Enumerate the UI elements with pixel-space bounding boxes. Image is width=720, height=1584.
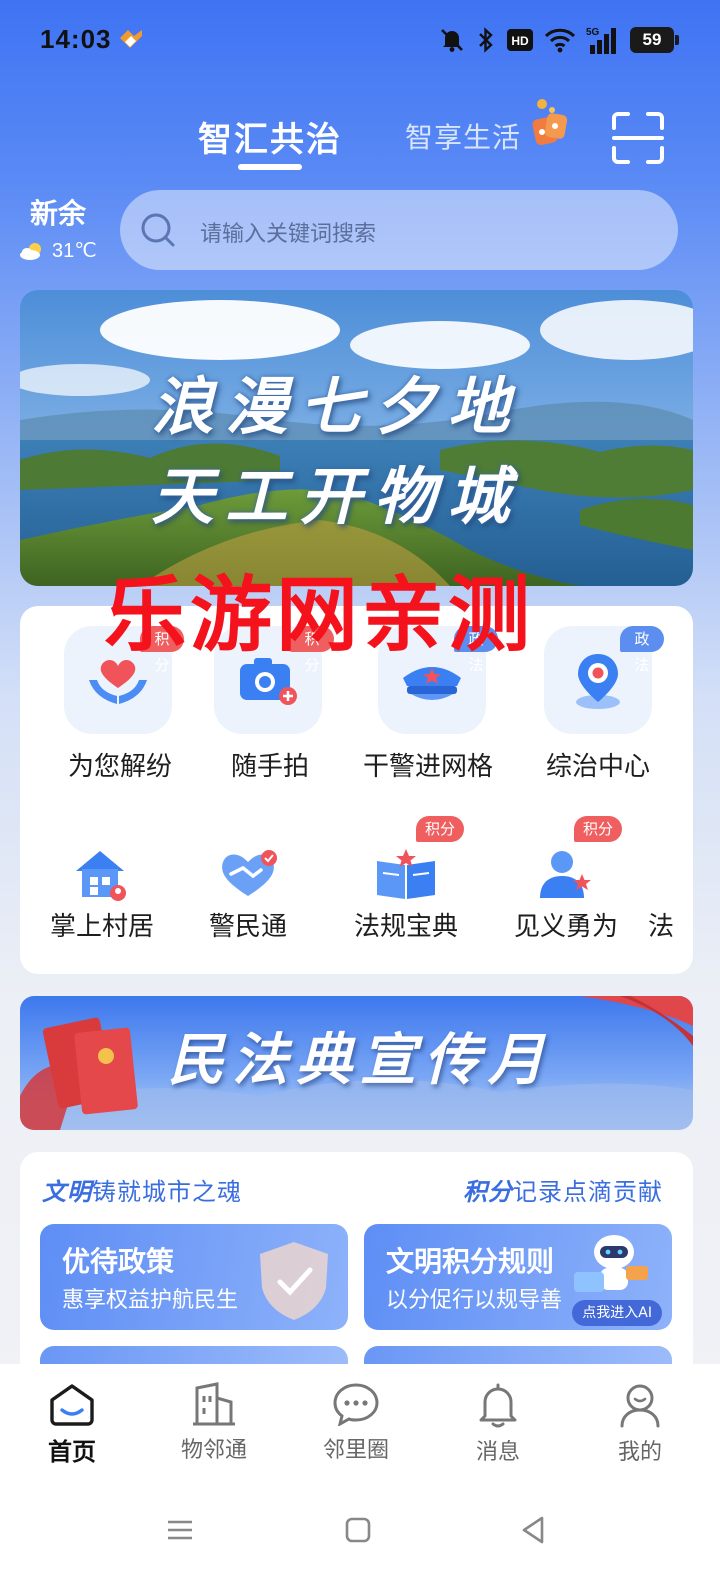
- scan-icon[interactable]: [610, 110, 666, 166]
- weather-info: 31℃: [18, 238, 97, 263]
- heading-rest: 记录点滴贡献: [513, 1178, 663, 1206]
- hero-title-line-1: 浪漫七夕地: [151, 370, 522, 443]
- nav-messages[interactable]: 消息: [438, 1382, 558, 1472]
- feature-badge: 积分: [574, 816, 623, 842]
- robot-icon: [574, 1235, 648, 1292]
- feature-jing-min-tong[interactable]: 警民通: [154, 820, 314, 974]
- heading-em: 积分: [463, 1177, 513, 1206]
- tile-subtitle: 以分促行以规导善: [386, 1288, 563, 1313]
- civilization-heading: 文明铸就城市之魂: [42, 1172, 242, 1207]
- watermark-text: 乐游网亲测: [104, 568, 535, 663]
- back-triangle-icon[interactable]: [514, 1510, 554, 1550]
- nav-profile[interactable]: 我的: [580, 1382, 700, 1472]
- lifestyle-badge-icon: [532, 99, 568, 146]
- heading-rest: 铸就城市之魂: [92, 1178, 242, 1206]
- app-notification-icon: [120, 30, 142, 48]
- partly-cloudy-icon: [20, 242, 41, 260]
- active-tab-underline: [238, 164, 302, 170]
- chat-bubble-icon: [333, 1383, 379, 1426]
- civilization-card: 文明铸就城市之魂 积分记录点滴贡献 优待政策 惠享权益护航民生 文明积分规则 以…: [20, 1152, 693, 1392]
- search-placeholder: 请输入关键词搜索: [200, 222, 377, 247]
- status-icons: HD 5G 59: [438, 22, 679, 58]
- wifi-icon: [544, 28, 576, 53]
- tile-subtitle: 惠享权益护航民生: [62, 1288, 239, 1313]
- shield-icon: [260, 1242, 328, 1320]
- feature-partial-item[interactable]: 法: [648, 820, 693, 974]
- feature-label: 法: [648, 912, 675, 942]
- points-heading: 积分记录点滴贡献: [463, 1172, 663, 1207]
- tile-preferential-policy[interactable]: 优待政策 惠享权益护航民生: [40, 1224, 348, 1330]
- home-icon: [50, 1384, 94, 1426]
- nav-lin-li-quan[interactable]: 邻里圈: [296, 1382, 416, 1472]
- profile-icon: [620, 1384, 660, 1428]
- feature-label: 见义勇为: [513, 912, 618, 942]
- battery-level: 59: [642, 30, 662, 49]
- nav-label: 我的: [617, 1440, 662, 1465]
- heading-em: 文明: [42, 1177, 92, 1206]
- home-square-icon[interactable]: [338, 1510, 378, 1550]
- status-time: 14:03: [40, 24, 112, 54]
- feature-fa-gui-bao-dian[interactable]: 积分 法规宝典: [312, 816, 472, 974]
- tile-points-rules[interactable]: 文明积分规则 以分促行以规导善 点我进入AI: [364, 1224, 672, 1330]
- feature-label: 综治中心: [545, 752, 650, 782]
- feature-badge: 积分: [416, 816, 465, 842]
- bell-icon: [479, 1383, 517, 1428]
- feature-zhang-shang-cun-ju[interactable]: 掌上村居: [20, 820, 166, 974]
- nav-label: 物邻通: [180, 1438, 247, 1463]
- menu-icon[interactable]: [160, 1510, 200, 1550]
- tile-title: 优待政策: [62, 1245, 175, 1278]
- tab-zhihui-gongzhi[interactable]: 智汇共治: [198, 112, 342, 161]
- search-icon: [141, 213, 175, 247]
- nav-home[interactable]: 首页: [12, 1382, 132, 1472]
- location-weather[interactable]: 新余 31℃: [18, 192, 114, 272]
- city-name: 新余: [30, 197, 87, 230]
- bluetooth-icon: [479, 27, 493, 53]
- battery-indicator: 59: [630, 27, 679, 53]
- signal-5g-icon: 5G: [586, 27, 616, 54]
- enter-ai-pill[interactable]: 点我进入AI: [572, 1300, 662, 1326]
- top-tab-bar: 智汇共治 智享生活: [0, 99, 720, 180]
- svg-text:HD: HD: [511, 34, 529, 48]
- status-bar: 14:03 HD 5G 59: [0, 0, 720, 80]
- mute-bell-icon: [441, 29, 463, 52]
- temperature: 31℃: [52, 240, 97, 262]
- civil-code-title: 民法典宣传月: [168, 1027, 552, 1093]
- nav-wu-lin-tong[interactable]: 物邻通: [154, 1382, 274, 1472]
- feature-badge: 政法: [620, 626, 664, 674]
- tab-zhixiang-shenghuo[interactable]: 智享生活: [405, 116, 521, 156]
- system-navigation-bar: [0, 1500, 720, 1560]
- svg-text:5G: 5G: [586, 27, 600, 38]
- search-bar[interactable]: 请输入关键词搜索: [120, 190, 678, 270]
- hd-icon: HD: [507, 29, 533, 51]
- building-icon: [193, 1382, 235, 1426]
- feature-jian-yi-yong-wei[interactable]: 积分 见义勇为: [472, 816, 632, 974]
- nav-label: 消息: [475, 1440, 520, 1465]
- nav-label: 首页: [48, 1438, 96, 1466]
- hero-title-line-2: 天工开物城: [151, 460, 522, 533]
- nav-label: 邻里圈: [322, 1438, 389, 1463]
- tile-title: 文明积分规则: [386, 1245, 555, 1278]
